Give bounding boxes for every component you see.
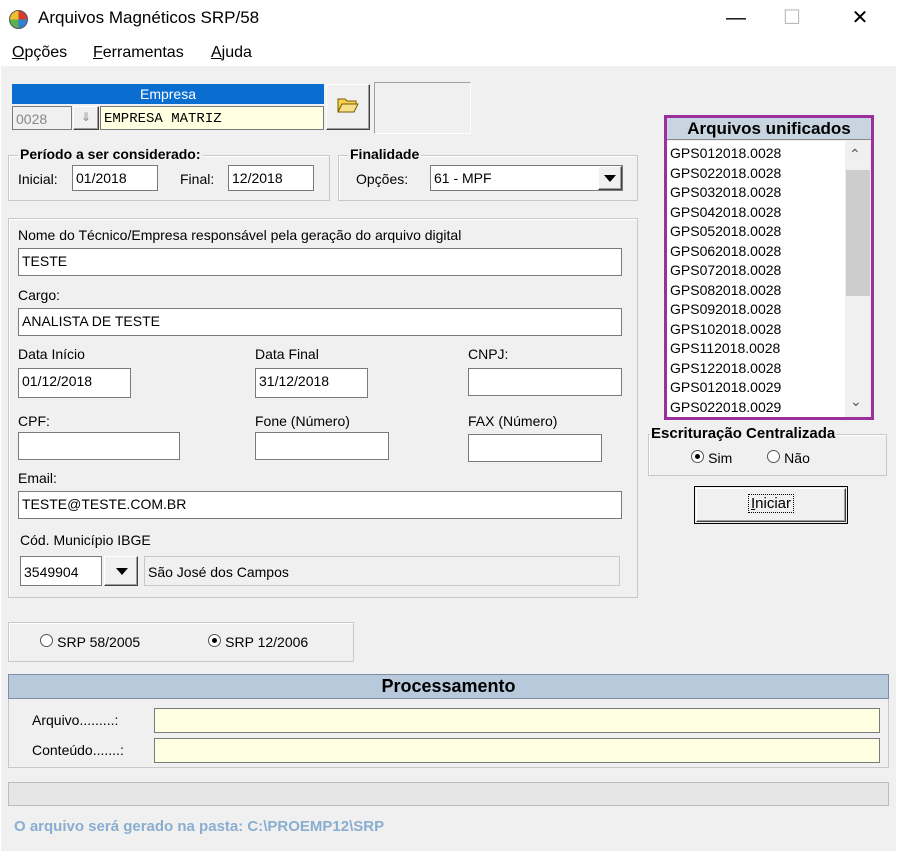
menu-ajuda[interactable]: Ajuda <box>211 44 252 62</box>
cargo-input[interactable]: ANALISTA DE TESTE <box>18 308 622 336</box>
arquivo-list-item[interactable]: GPS122018.0028 <box>670 359 845 379</box>
nome-input[interactable]: TESTE <box>18 248 622 276</box>
cnpj-label: CNPJ: <box>468 346 509 362</box>
nome-label: Nome do Técnico/Empresa responsável pela… <box>18 227 462 243</box>
folder-open-icon <box>337 98 359 113</box>
fax-label: FAX (Número) <box>468 413 558 429</box>
empresa-logo-panel <box>374 82 471 134</box>
arquivo-list-item[interactable]: GPS062018.0028 <box>670 242 845 262</box>
srp-12-radio[interactable]: SRP 12/2006 <box>208 634 308 651</box>
window-title: Arquivos Magnéticos SRP/58 <box>38 8 260 27</box>
status-pasta: O arquivo será gerado na pasta: C:\PROEM… <box>14 818 385 835</box>
arquivo-list-item[interactable]: GPS112018.0028 <box>670 339 845 359</box>
chevron-down-icon <box>604 175 616 182</box>
municipio-dropdown-button[interactable] <box>104 556 138 586</box>
cpf-label: CPF: <box>18 413 50 429</box>
escrituracao-nao-radio[interactable]: Não <box>767 450 810 467</box>
scroll-down-icon[interactable]: ⌄ <box>850 393 862 410</box>
scroll-up-icon[interactable]: ⌃ <box>849 146 861 163</box>
fone-label: Fone (Número) <box>255 413 350 429</box>
finalidade-opcoes-label: Opções: <box>356 171 409 187</box>
finalidade-value: 61 - MPF <box>434 170 492 186</box>
periodo-legend: Período a ser considerado: <box>18 146 203 162</box>
data-final-label: Data Final <box>255 346 319 362</box>
arquivo-list-item[interactable]: GPS082018.0028 <box>670 281 845 301</box>
data-inicio-label: Data Início <box>18 346 85 362</box>
minimize-button[interactable]: — <box>713 0 759 38</box>
arquivo-list-item[interactable]: GPS022018.0029 <box>670 398 845 418</box>
fone-input[interactable] <box>255 432 389 460</box>
escrituracao-sim-radio[interactable]: Sim <box>691 450 732 467</box>
app-icon <box>9 10 28 29</box>
radio-icon <box>40 634 53 647</box>
finalidade-dropdown-button[interactable] <box>598 166 622 190</box>
finalidade-select[interactable]: 61 - MPF <box>430 165 623 191</box>
municipio-code-input[interactable]: 3549904 <box>20 556 102 586</box>
arquivo-list-item[interactable]: GPS022018.0028 <box>670 164 845 184</box>
arquivo-label: Arquivo.........: <box>32 712 119 728</box>
finalidade-legend: Finalidade <box>348 146 422 162</box>
radio-selected-icon <box>691 450 704 463</box>
menu-ferramentas[interactable]: Ferramentas <box>93 44 184 62</box>
final-label: Final: <box>180 171 215 187</box>
arquivo-list-item[interactable]: GPS102018.0028 <box>670 320 845 340</box>
close-button[interactable]: ✕ <box>837 0 883 38</box>
iniciar-button[interactable]: Iniciar <box>694 486 848 524</box>
menu-opcoes[interactable]: Opções <box>12 44 67 62</box>
arquivo-list-item[interactable]: GPS042018.0028 <box>670 203 845 223</box>
chevron-down-icon <box>116 568 128 575</box>
radio-selected-icon <box>208 634 221 647</box>
arquivo-list-item[interactable]: GPS072018.0028 <box>670 261 845 281</box>
conteudo-field <box>154 738 880 763</box>
arquivo-list-item[interactable]: GPS032018.0028 <box>670 183 845 203</box>
escrituracao-legend: Escrituração Centralizada <box>650 425 837 442</box>
email-input[interactable]: TESTE@TESTE.COM.BR <box>18 491 622 519</box>
arquivo-list-item[interactable]: GPS012018.0028 <box>670 144 845 164</box>
cnpj-input[interactable] <box>468 368 622 396</box>
empresa-lookup-button[interactable]: ⇓ <box>73 106 99 130</box>
progress-bar <box>8 782 889 806</box>
periodo-final-input[interactable]: 12/2018 <box>228 165 314 191</box>
arquivo-list-item[interactable]: GPS012018.0029 <box>670 378 845 398</box>
inicial-label: Inicial: <box>18 171 58 187</box>
empresa-code[interactable]: 0028 <box>12 106 72 130</box>
data-final-input[interactable]: 31/12/2018 <box>255 368 368 398</box>
cargo-label: Cargo: <box>18 287 61 303</box>
fax-input[interactable] <box>468 434 602 462</box>
arquivo-list-item[interactable]: GPS092018.0028 <box>670 300 845 320</box>
iniciar-label: Iniciar <box>747 494 795 513</box>
radio-icon <box>767 450 780 463</box>
conteudo-label: Conteúdo.......: <box>32 742 124 758</box>
municipio-name: São José dos Campos <box>144 556 620 586</box>
arquivo-list-item[interactable]: GPS052018.0028 <box>670 222 845 242</box>
empresa-name[interactable]: EMPRESA MATRIZ <box>100 106 324 130</box>
arquivos-list[interactable]: GPS012018.0028 GPS022018.0028 GPS032018.00… <box>667 141 845 417</box>
arquivos-header: Arquivos unificados <box>667 118 871 140</box>
data-inicio-input[interactable]: 01/12/2018 <box>18 368 131 398</box>
municipio-label: Cód. Município IBGE <box>20 532 151 548</box>
email-label: Email: <box>18 470 57 486</box>
arquivo-field <box>154 708 880 733</box>
processamento-header: Processamento <box>8 674 889 699</box>
scroll-thumb[interactable] <box>846 170 870 296</box>
periodo-inicial-input[interactable]: 01/2018 <box>72 165 158 191</box>
open-folder-button[interactable] <box>326 84 370 130</box>
maximize-button: ☐ <box>783 7 801 29</box>
empresa-header: Empresa <box>12 84 324 104</box>
srp-58-radio[interactable]: SRP 58/2005 <box>40 634 140 651</box>
cpf-input[interactable] <box>18 432 180 460</box>
